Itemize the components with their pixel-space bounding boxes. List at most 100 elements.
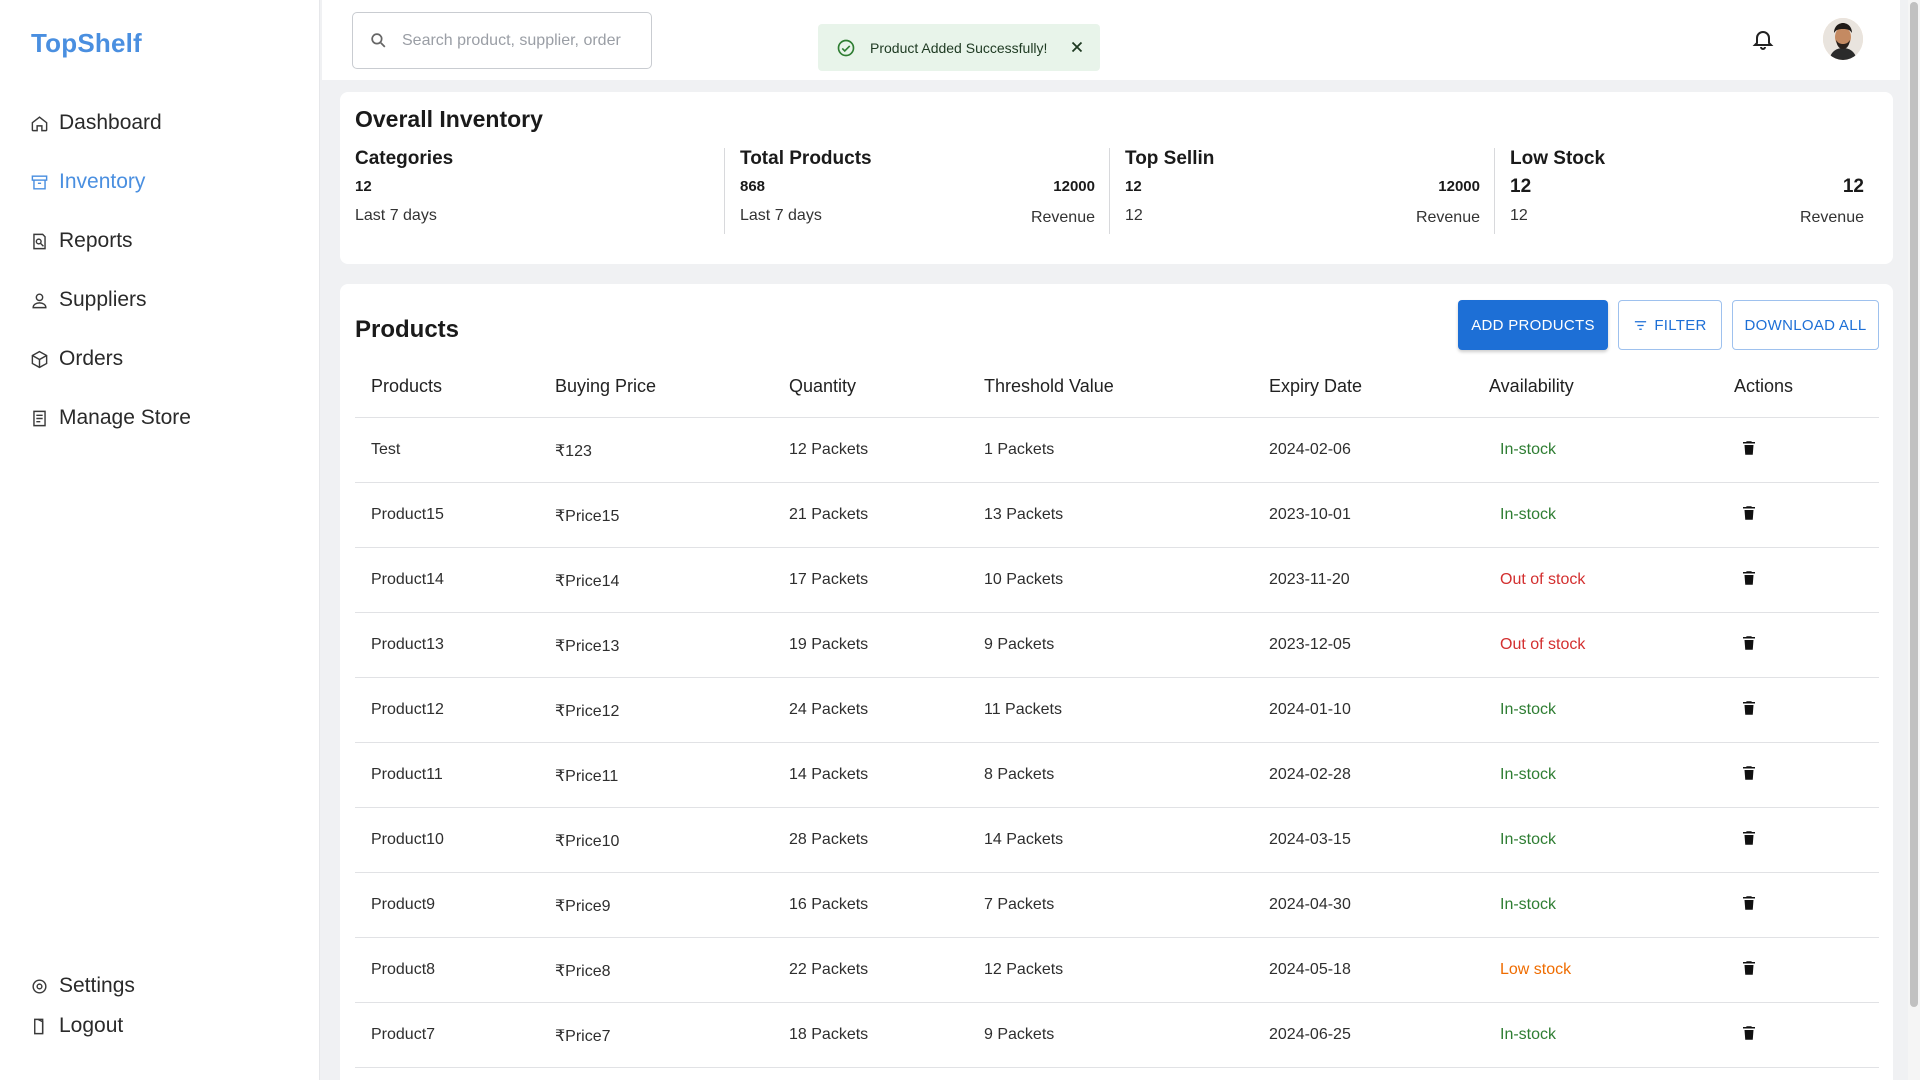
column-header[interactable]: Availability	[1489, 376, 1574, 397]
avatar-image	[1823, 18, 1863, 60]
table-row[interactable]: Product12 ₹Price12 24 Packets 11 Packets 202…	[355, 678, 1879, 743]
table-cell: 2024-06-25	[1269, 1026, 1351, 1043]
sidebar-item-reports[interactable]: Reports	[30, 223, 133, 259]
trash-icon	[1743, 961, 1755, 975]
search-box[interactable]	[352, 12, 652, 69]
stat-sub: 12	[1125, 207, 1143, 224]
table-cell: 2024-03-15	[1269, 831, 1351, 848]
delete-button[interactable]	[1740, 1023, 1758, 1048]
brand-logo[interactable]: TopShelf	[31, 28, 142, 59]
trash-icon	[1743, 506, 1755, 520]
table-cell: Product7	[371, 1026, 436, 1043]
table-cell: Test	[371, 441, 401, 458]
bell-icon[interactable]	[1751, 27, 1775, 51]
column-header[interactable]: Quantity	[789, 376, 856, 397]
sidebar-item-dashboard[interactable]: Dashboard	[30, 105, 162, 141]
availability-status: In-stock	[1500, 896, 1557, 913]
sidebar-item-manage-store[interactable]: Manage Store	[30, 400, 191, 436]
delete-button[interactable]	[1740, 763, 1758, 788]
delete-button[interactable]	[1740, 568, 1758, 593]
table-cell: 14 Packets	[789, 766, 869, 783]
add-products-button[interactable]: ADD PRODUCTS	[1458, 300, 1608, 350]
delete-button[interactable]	[1740, 438, 1758, 463]
delete-button[interactable]	[1740, 893, 1758, 918]
table-cell: 2024-02-06	[1269, 441, 1351, 458]
table-cell: 8 Packets	[984, 766, 1055, 783]
overall-inventory-title: Overall Inventory	[355, 106, 543, 132]
availability-status: In-stock	[1500, 441, 1557, 458]
download-all-button[interactable]: DOWNLOAD ALL	[1732, 300, 1879, 350]
sidebar-item-label: Reports	[59, 229, 133, 252]
stat-value-right: 12000	[1438, 178, 1480, 195]
sidebar-item-label: Orders	[59, 347, 124, 370]
check-circle-icon	[837, 39, 855, 56]
products-table: Products Buying Price Quantity Threshold…	[355, 354, 1879, 1068]
sidebar: TopShelf Dashboard Inventory Reports Sup…	[0, 0, 320, 1080]
table-cell: ₹Price11	[555, 768, 619, 785]
table-row[interactable]: Product10 ₹Price10 28 Packets 14 Packets 202…	[355, 808, 1879, 873]
table-cell: ₹Price12	[555, 703, 620, 720]
delete-button[interactable]	[1740, 828, 1758, 853]
table-row[interactable]: Test ₹123 12 Packets 1 Packets 2024-02-06 In-…	[355, 418, 1879, 483]
stat-value-right: 12000	[1053, 178, 1095, 195]
delete-button[interactable]	[1740, 958, 1758, 983]
trash-icon	[1743, 441, 1755, 455]
table-row[interactable]: Product7 ₹Price7 18 Packets 9 Packets 2024-0…	[355, 1003, 1879, 1068]
table-cell: 18 Packets	[789, 1026, 869, 1043]
table-row[interactable]: Product11 ₹Price11 14 Packets 8 Packets 2024…	[355, 743, 1879, 808]
table-cell: Product11	[371, 766, 443, 783]
table-cell: Product13	[371, 636, 444, 653]
table-row[interactable]: Product13 ₹Price13 19 Packets 9 Packets 2023…	[355, 613, 1879, 678]
column-header[interactable]: Expiry Date	[1269, 376, 1362, 397]
scrollbar-thumb[interactable]	[1910, 2, 1918, 1007]
filter-button[interactable]: FILTER	[1618, 300, 1722, 350]
table-row[interactable]: Product8 ₹Price8 22 Packets 12 Packets 2024-…	[355, 938, 1879, 1003]
sidebar-item-label: Inventory	[59, 170, 146, 193]
availability-status: Low stock	[1500, 961, 1572, 978]
inventory-icon	[31, 174, 48, 190]
search-input[interactable]	[402, 31, 632, 50]
table-cell: 2024-05-18	[1269, 961, 1351, 978]
page-scrollbar[interactable]	[1908, 0, 1920, 1080]
table-cell: ₹Price14	[555, 573, 620, 590]
toast-message: Product Added Successfully!	[870, 39, 1048, 56]
sidebar-item-settings[interactable]: Settings	[30, 968, 135, 1004]
store-icon	[33, 410, 46, 426]
user-icon	[32, 292, 47, 308]
table-cell: Product8	[371, 961, 436, 978]
trash-icon	[1743, 1026, 1755, 1040]
sidebar-item-orders[interactable]: Orders	[30, 341, 123, 377]
overall-inventory-card: Overall Inventory Categories 12 Last 7 d…	[340, 92, 1893, 264]
column-header[interactable]: Buying Price	[555, 376, 656, 397]
sidebar-item-logout[interactable]: Logout	[30, 1008, 123, 1044]
availability-status: Out of stock	[1500, 571, 1586, 588]
table-cell: 22 Packets	[789, 961, 869, 978]
trash-icon	[1743, 636, 1755, 650]
table-cell: 2024-01-10	[1269, 701, 1351, 718]
column-header[interactable]: Products	[371, 376, 442, 397]
trash-icon	[1743, 766, 1755, 780]
availability-status: In-stock	[1500, 831, 1557, 848]
stat-sub-right: Revenue	[1799, 209, 1864, 226]
sidebar-item-inventory[interactable]: Inventory	[30, 164, 145, 200]
delete-button[interactable]	[1740, 633, 1758, 658]
stat-low-stock: Low Stock 12 12 12 Revenue	[1495, 148, 1879, 236]
sidebar-item-suppliers[interactable]: Suppliers	[30, 282, 147, 318]
stat-label: Total Products	[740, 148, 872, 169]
table-row[interactable]: Product9 ₹Price9 16 Packets 7 Packets 2024-0…	[355, 873, 1879, 938]
table-row[interactable]: Product15 ₹Price15 21 Packets 13 Packets 202…	[355, 483, 1879, 548]
table-cell: 12 Packets	[789, 441, 869, 458]
close-icon[interactable]	[1068, 38, 1086, 56]
table-cell: 2024-02-28	[1269, 766, 1351, 783]
table-row[interactable]: Product14 ₹Price14 17 Packets 10 Packets 202…	[355, 548, 1879, 613]
search-icon	[371, 33, 386, 48]
home-icon	[31, 115, 48, 131]
table-cell: 9 Packets	[984, 1026, 1055, 1043]
column-header[interactable]: Threshold Value	[984, 376, 1114, 397]
stat-label: Low Stock	[1510, 148, 1606, 169]
products-title: Products	[355, 316, 460, 343]
avatar[interactable]	[1823, 18, 1863, 60]
delete-button[interactable]	[1740, 698, 1758, 723]
filter-label: FILTER	[1654, 316, 1707, 334]
delete-button[interactable]	[1740, 503, 1758, 528]
